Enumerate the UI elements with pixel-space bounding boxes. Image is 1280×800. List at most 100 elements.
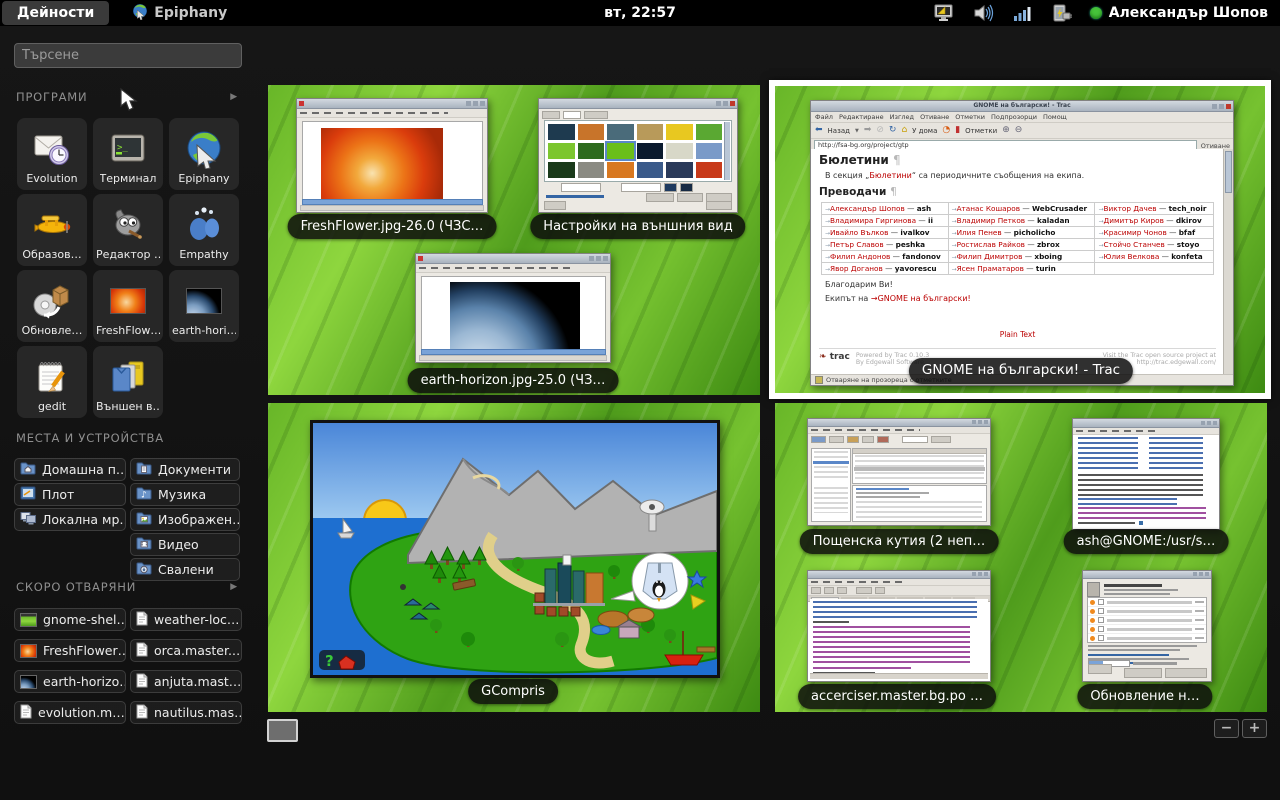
places-section-header: МЕСТА И УСТРОЙСТВА <box>16 431 238 445</box>
earth-image-icon <box>186 278 222 324</box>
home-icon[interactable]: ⌂ <box>901 126 907 135</box>
stop-icon[interactable]: ⊘ <box>876 126 884 135</box>
zoom-out-button[interactable]: − <box>1214 719 1239 738</box>
home-folder-icon <box>20 461 36 478</box>
browser-menubar: ФайлРедактиранеИзгледОтиванеОтметкиПодпр… <box>811 112 1233 123</box>
trac-page-content: Бюлетини ¶ В секция „Бюлетини“ са период… <box>811 149 1224 375</box>
browser-scrollbar[interactable] <box>1223 149 1233 375</box>
recent-label: weather-loc… <box>154 612 239 627</box>
window-title-freshflower: FreshFlower.jpg-26.0 (ЧЗС… <box>288 214 497 239</box>
recent-item-earth-horizon[interactable]: earth-horizo… <box>14 670 126 693</box>
user-name: Александър Шопов <box>1109 5 1268 21</box>
recent-item-freshflower[interactable]: FreshFlower… <box>14 639 126 662</box>
recent-header-label: СКОРО ОТВАРЯНИ <box>16 580 136 594</box>
recent-item-evolution-po[interactable]: evolution.m… <box>14 701 126 724</box>
window-title-gcompris: GCompris <box>468 679 558 704</box>
app-label: Външен в… <box>96 400 160 413</box>
reload-icon[interactable]: ↻ <box>889 126 897 135</box>
app-menu-label: Epiphany <box>154 5 227 21</box>
place-item-home[interactable]: Домашна п… <box>14 458 126 481</box>
zoom-out-icon[interactable]: ⊖ <box>1015 126 1023 135</box>
workspace-indicator[interactable] <box>267 719 298 742</box>
recent-item-orca[interactable]: orca.master.… <box>130 639 242 662</box>
app-tile-empathy[interactable]: Empathy <box>169 194 239 266</box>
place-item-videos[interactable]: Видео <box>130 533 240 556</box>
app-tile-appearance[interactable]: Външен в… <box>93 346 163 418</box>
empathy-icon <box>184 202 224 248</box>
text-file-icon <box>136 704 148 722</box>
window-terminal[interactable] <box>1072 418 1220 530</box>
bulletins-link[interactable]: Бюлетини <box>869 171 912 180</box>
window-gimp-earth-horizon[interactable] <box>415 253 611 363</box>
gedit-icon <box>32 354 72 400</box>
app-tile-gimp[interactable]: Редактор … <box>93 194 163 266</box>
app-label: Empathy <box>179 248 228 261</box>
bookmarks-icon[interactable]: ▮ <box>955 126 960 135</box>
workspace-3[interactable]: ? GCompris <box>268 403 760 712</box>
window-title-update: Обновление н… <box>1077 684 1212 709</box>
plain-text-link[interactable]: Plain Text <box>1000 330 1036 339</box>
workspace-2[interactable]: GNOME на български! - Trac ФайлРедактира… <box>775 86 1265 393</box>
app-tile-terminal[interactable]: >_ Терминал <box>93 118 163 190</box>
recent-item-anjuta[interactable]: anjuta.mast… <box>130 670 242 693</box>
display-icon[interactable] <box>934 3 956 23</box>
app-tile-epiphany[interactable]: Epiphany <box>169 118 239 190</box>
zoom-in-icon[interactable]: ⊕ <box>1002 126 1010 135</box>
gnome-bg-link[interactable]: →GNOME на български! <box>871 294 971 303</box>
window-epiphany-trac[interactable]: GNOME на български! - Trac ФайлРедактира… <box>810 100 1234 386</box>
workspace-4[interactable]: Пощенска кутия (2 неп… ash@GNOME:/usr/s…… <box>775 403 1267 712</box>
svg-text:♪: ♪ <box>141 491 147 501</box>
back-icon[interactable]: ⬅ <box>815 126 823 135</box>
recent-item-weather[interactable]: weather-loc… <box>130 608 242 631</box>
place-item-desktop[interactable]: Плот <box>14 483 126 506</box>
browser-titlebar-text: GNOME на български! - Trac <box>811 102 1233 109</box>
window-gcompris[interactable]: ? <box>310 420 720 678</box>
window-software-update[interactable] <box>1082 570 1212 682</box>
window-appearance-settings[interactable] <box>538 98 738 213</box>
videos-folder-icon <box>136 536 152 553</box>
app-tile-earth-horizon[interactable]: earth-hori… <box>169 270 239 342</box>
workspace-2-active-frame[interactable]: GNOME на български! - Trac ФайлРедактира… <box>769 80 1271 399</box>
recent-item-nautilus[interactable]: nautilus.mas… <box>130 701 242 724</box>
epiphany-globe-icon <box>131 2 149 24</box>
programs-expander-icon[interactable]: ▶ <box>230 92 238 102</box>
recent-item-gnome-shell[interactable]: gnome-shel… <box>14 608 126 631</box>
workspace-1[interactable]: FreshFlower.jpg-26.0 (ЧЗС… Настройки на … <box>268 85 760 395</box>
window-evolution-mail[interactable] <box>807 418 991 526</box>
app-tile-freshflower[interactable]: FreshFlow… <box>93 270 163 342</box>
place-label: Видео <box>158 537 199 552</box>
clock[interactable]: вт, 22:57 <box>604 5 676 21</box>
window-gimp-freshflower[interactable] <box>296 98 488 213</box>
window-title-appearance: Настройки на външния вид <box>530 214 745 239</box>
window-title-gedit: accerciser.master.bg.po … <box>798 684 996 709</box>
bookmarks-label: Отметки <box>965 127 997 135</box>
recent-expander-icon[interactable]: ▶ <box>230 582 238 592</box>
zoom-in-button[interactable]: + <box>1242 719 1267 738</box>
app-tile-gedit[interactable]: gedit <box>17 346 87 418</box>
user-menu-button[interactable]: Александър Шопов <box>1090 5 1268 21</box>
places-right-column: Документи ♪ Музика Изображен… Видео Свал… <box>130 458 240 581</box>
recent-label: anjuta.mast… <box>154 674 241 689</box>
mouse-cursor <box>120 88 139 116</box>
volume-icon[interactable] <box>973 3 995 23</box>
app-menu-button[interactable]: Epiphany <box>131 2 227 24</box>
search-input[interactable] <box>14 43 242 68</box>
place-item-pictures[interactable]: Изображен… <box>130 508 240 531</box>
battery-icon[interactable] <box>1051 3 1073 23</box>
app-tile-gcompris[interactable]: Образов… <box>17 194 87 266</box>
window-gedit-po[interactable] <box>807 570 991 682</box>
app-tile-evolution[interactable]: Evolution <box>17 118 87 190</box>
place-item-music[interactable]: ♪ Музика <box>130 483 240 506</box>
system-status-area: Александър Шопов <box>934 3 1280 23</box>
network-signal-icon[interactable] <box>1012 3 1034 23</box>
place-item-documents[interactable]: Документи <box>130 458 240 481</box>
window-title-trac: GNOME на български! - Trac <box>909 358 1133 384</box>
place-item-downloads[interactable]: Свалени <box>130 558 240 581</box>
forward-icon[interactable]: ➡ <box>864 126 872 135</box>
app-tile-software-update[interactable]: Обновле… <box>17 270 87 342</box>
history-icon[interactable]: ◔ <box>942 126 950 135</box>
place-item-network[interactable]: Локална мр… <box>14 508 126 531</box>
selected-wallpaper-thumb[interactable] <box>607 143 634 159</box>
activities-button[interactable]: Дейности <box>2 1 109 25</box>
music-folder-icon: ♪ <box>136 486 152 503</box>
